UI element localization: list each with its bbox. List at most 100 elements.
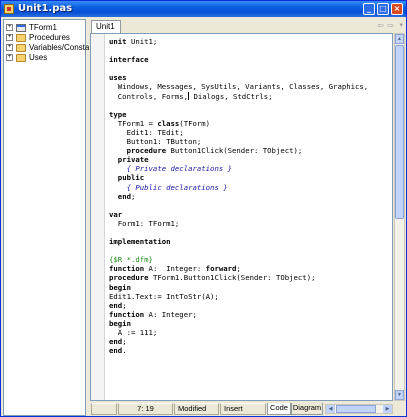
code-line[interactable]: var (109, 210, 368, 219)
code-line[interactable]: ​ (109, 46, 368, 55)
code-line[interactable]: end. (109, 346, 368, 355)
code-token: Button1Click(Sender: TObject); (166, 146, 303, 156)
tab-diagram[interactable]: Diagram (291, 403, 323, 415)
back-arrow-icon[interactable]: ⇦ (377, 21, 384, 30)
tree-item-tform1[interactable]: + TForm1 (6, 23, 86, 33)
code-keyword: end (109, 337, 123, 347)
status-bar: 7: 19 Modified Insert Code Diagram ◀ ▶ (89, 403, 406, 415)
code-comment: { Public declarations } (126, 182, 228, 192)
vertical-scrollbar[interactable]: ▲ ▼ (394, 33, 405, 401)
code-token: ; (122, 300, 127, 310)
code-editor[interactable]: unit Unit1;​interface​uses Windows, Mess… (90, 33, 393, 401)
code-line[interactable]: public (109, 173, 368, 182)
code-line[interactable]: begin (109, 319, 368, 328)
horizontal-scrollbar[interactable]: ◀ ▶ (325, 404, 393, 414)
code-token: Edit1: TEdit; (109, 127, 184, 137)
code-line[interactable]: Button1: TButton; (109, 137, 368, 146)
code-line[interactable]: private (109, 155, 368, 164)
close-button[interactable]: × (391, 3, 403, 15)
scroll-up-icon[interactable]: ▲ (395, 34, 404, 44)
code-text[interactable]: unit Unit1;​interface​uses Windows, Mess… (109, 37, 368, 355)
code-line[interactable]: ​ (109, 64, 368, 73)
scrollbar-thumb[interactable] (395, 45, 404, 219)
code-line[interactable]: A := 111; (109, 328, 368, 337)
code-line[interactable]: ​ (109, 201, 368, 210)
delphi-unit-icon (4, 4, 14, 14)
form-icon (16, 24, 26, 32)
folder-icon (16, 44, 26, 52)
tree-item-variables-constants[interactable]: + Variables/Constants (6, 43, 100, 53)
maximize-button[interactable]: □ (377, 3, 389, 15)
code-keyword: function (109, 309, 145, 319)
chevron-down-icon[interactable]: ▾ (399, 21, 403, 29)
editor-window: Unit1.pas _ □ × + TForm1 + Procedures + … (0, 0, 407, 417)
code-line[interactable]: {$R *.dfm} (109, 255, 368, 264)
code-line[interactable]: Edit1.Text:= IntToStr(A); (109, 292, 368, 301)
code-keyword: type (109, 109, 127, 119)
code-line[interactable]: ​ (109, 246, 368, 255)
code-line[interactable]: { Private declarations } (109, 164, 368, 173)
code-keyword: begin (109, 282, 131, 292)
expand-icon[interactable]: + (6, 24, 13, 31)
tree-item-label: Uses (29, 53, 48, 62)
code-line[interactable]: Form1: TForm1; (109, 219, 368, 228)
scroll-down-icon[interactable]: ▼ (395, 390, 404, 400)
code-line[interactable]: { Public declarations } (109, 183, 368, 192)
expand-icon[interactable]: + (6, 44, 13, 51)
minimize-button[interactable]: _ (363, 3, 375, 15)
code-line[interactable]: Edit1: TEdit; (109, 128, 368, 137)
scroll-left-icon[interactable]: ◀ (326, 405, 335, 413)
title-bar[interactable]: Unit1.pas _ □ × (1, 1, 406, 17)
code-line[interactable]: procedure Button1Click(Sender: TObject); (109, 146, 368, 155)
code-line[interactable]: Windows, Messages, SysUtils, Variants, C… (109, 82, 368, 91)
code-keyword: unit (109, 37, 127, 46)
code-line[interactable]: begin (109, 283, 368, 292)
code-token: A: Integer; (144, 309, 197, 319)
code-line[interactable]: Controls, Forms, Dialogs, StdCtrls; (109, 91, 368, 101)
cursor-position: 7: 19 (118, 403, 173, 415)
tab-unit1[interactable]: Unit1 (91, 20, 121, 33)
code-token: TForm1.Button1Click(Sender: TObject); (148, 273, 316, 283)
code-line[interactable]: ​ (109, 101, 368, 110)
code-line[interactable]: ​ (109, 228, 368, 237)
insert-mode-status: Insert (220, 403, 266, 415)
code-keyword: begin (109, 318, 131, 328)
code-line[interactable]: end; (109, 301, 368, 310)
expand-icon[interactable]: + (6, 54, 13, 61)
scroll-right-icon[interactable]: ▶ (383, 405, 392, 413)
code-line[interactable]: unit Unit1; (109, 37, 368, 46)
code-token: ; (236, 264, 241, 274)
code-line[interactable]: type (109, 110, 368, 119)
code-line[interactable]: end; (109, 337, 368, 346)
forward-arrow-icon[interactable]: ⇨ (387, 21, 394, 30)
code-line[interactable]: function A: Integer; (109, 310, 368, 319)
code-comment: { Private declarations } (126, 164, 233, 174)
code-token: Edit1.Text:= IntToStr(A); (109, 291, 219, 301)
tab-code[interactable]: Code (267, 403, 291, 415)
code-token: (TForm) (179, 118, 211, 128)
expand-icon[interactable]: + (6, 34, 13, 41)
code-token: Button1: TButton; (109, 137, 202, 147)
code-token: ; (122, 337, 127, 347)
code-line[interactable]: uses (109, 73, 368, 82)
code-token: Unit1; (126, 37, 158, 46)
code-line[interactable]: interface (109, 55, 368, 64)
tree-item-label: TForm1 (29, 23, 57, 32)
code-line[interactable]: procedure TForm1.Button1Click(Sender: TO… (109, 273, 368, 282)
code-keyword: uses (109, 73, 127, 83)
code-line[interactable]: function A: Integer: forward; (109, 264, 368, 273)
editor-frame: Unit1 ⇦ ⇨ ▾ unit Unit1;​interface​uses W… (89, 19, 406, 416)
code-keyword: end (109, 346, 123, 356)
code-line[interactable]: implementation (109, 237, 368, 246)
scrollbar-thumb[interactable] (336, 405, 376, 413)
tree-item-procedures[interactable]: + Procedures (6, 33, 86, 43)
code-keyword: implementation (109, 237, 171, 247)
code-keyword: function (109, 264, 145, 274)
tree-item-uses[interactable]: + Uses (6, 53, 86, 63)
code-line[interactable]: end; (109, 192, 368, 201)
code-token: ; (130, 191, 136, 201)
code-token: . (122, 346, 127, 356)
code-line[interactable]: TForm1 = class(TForm) (109, 119, 368, 128)
folder-icon (16, 34, 26, 42)
